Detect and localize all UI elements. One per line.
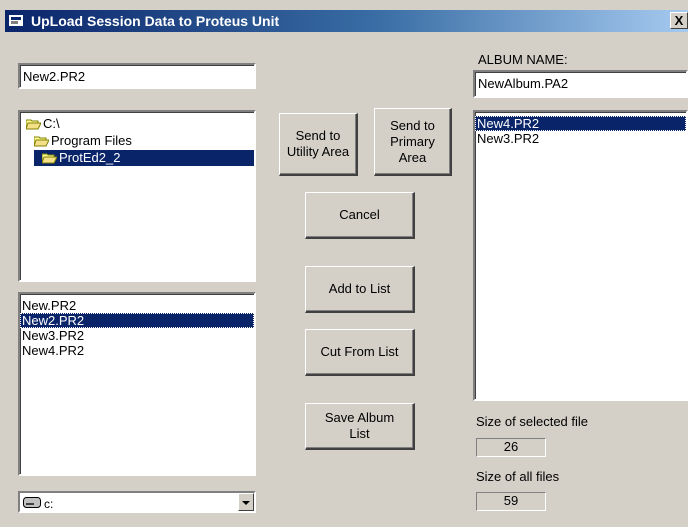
size-selected-value: 26 [476,438,546,457]
album-name-value: NewAlbum.PA2 [478,76,569,91]
file-list[interactable]: New.PR2 New2.PR2 New3.PR2 New4.PR2 [18,292,256,476]
dir-item-label: C:\ [43,116,60,131]
size-all-value: 59 [476,492,546,511]
filename-value: New2.PR2 [23,69,86,84]
send-to-primary-button[interactable]: Send to Primary Area [374,108,452,176]
list-item[interactable]: New3.PR2 [475,131,686,146]
dir-item-label: ProtEd2_2 [59,150,121,165]
directory-list[interactable]: C:\ Program Files ProtEd2_2 [18,110,256,282]
drive-icon [23,497,41,508]
dir-item-root[interactable]: C:\ [26,116,60,132]
folder-open-icon [26,119,41,130]
size-selected-label: Size of selected file [476,414,589,429]
add-to-list-button[interactable]: Add to List [305,266,415,313]
dir-item-label: Program Files [51,133,132,148]
folder-open-icon [34,136,49,147]
send-to-utility-button[interactable]: Send to Utility Area [279,113,358,176]
list-item[interactable]: New4.PR2 [20,343,254,358]
folder-open-icon [42,153,57,164]
title-bar: UpLoad Session Data to Proteus Unit X [5,10,688,32]
list-item[interactable]: New4.PR2 [475,116,686,131]
window-title: UpLoad Session Data to Proteus Unit [31,13,280,29]
album-list[interactable]: New4.PR2 New3.PR2 [473,110,688,401]
close-icon: X [674,13,684,28]
close-button[interactable]: X [670,12,688,29]
album-name-label: ALBUM NAME: [478,52,568,67]
chevron-down-icon [242,501,250,505]
size-all-label: Size of all files [476,469,560,484]
save-album-list-button[interactable]: Save Album List [305,403,415,450]
dir-item-proted[interactable]: ProtEd2_2 [34,150,254,166]
list-item[interactable]: New3.PR2 [20,328,254,343]
list-item[interactable]: New2.PR2 [20,313,254,328]
album-name-input[interactable]: NewAlbum.PA2 [473,70,688,98]
upload-dialog: UpLoad Session Data to Proteus Unit X Ne… [0,0,688,527]
filename-input[interactable]: New2.PR2 [18,63,256,89]
drive-select[interactable]: c: [18,491,256,513]
cancel-button[interactable]: Cancel [305,192,415,239]
dir-item-program-files[interactable]: Program Files [34,133,132,149]
drive-value: c: [44,497,54,511]
list-item[interactable]: New.PR2 [20,298,254,313]
app-icon [9,15,23,26]
drive-dropdown-button[interactable] [238,493,254,511]
cut-from-list-button[interactable]: Cut From List [305,329,415,376]
